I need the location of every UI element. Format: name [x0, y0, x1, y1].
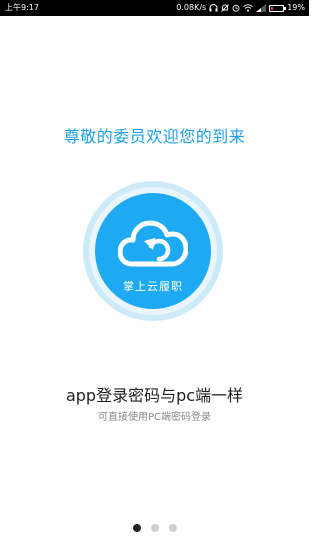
network-speed: 0.08K/s [176, 3, 207, 12]
page-dot[interactable] [132, 524, 141, 532]
battery-icon [269, 4, 287, 12]
logo-circle: 掌上云履职 [95, 193, 211, 309]
page-indicator[interactable] [0, 524, 309, 532]
alarm-icon [232, 4, 240, 12]
battery-level [271, 6, 274, 10]
page-dot[interactable] [168, 524, 177, 532]
cloud-sync-icon [118, 220, 188, 267]
app-logo: 掌上云履职 [83, 181, 223, 321]
subline: 可直接使用PC端密码登录 [97, 412, 211, 423]
status-indicators: 0.08K/s 19% [176, 0, 305, 16]
welcome-title: 尊敬的委员欢迎您的到来 [63, 127, 246, 146]
page-dot[interactable] [150, 524, 159, 532]
mute-icon [221, 4, 230, 12]
signal-icon [256, 4, 267, 12]
headset-icon [209, 4, 218, 12]
status-time: 上午9:17 [5, 3, 39, 12]
battery-percent: 19% [287, 3, 305, 12]
headline: app登录密码与pc端一样 [65, 386, 244, 405]
status-bar: 上午9:17 0.08K/s 19% [0, 0, 309, 16]
wifi-icon [243, 4, 254, 12]
logo-text: 掌上云履职 [123, 280, 183, 293]
